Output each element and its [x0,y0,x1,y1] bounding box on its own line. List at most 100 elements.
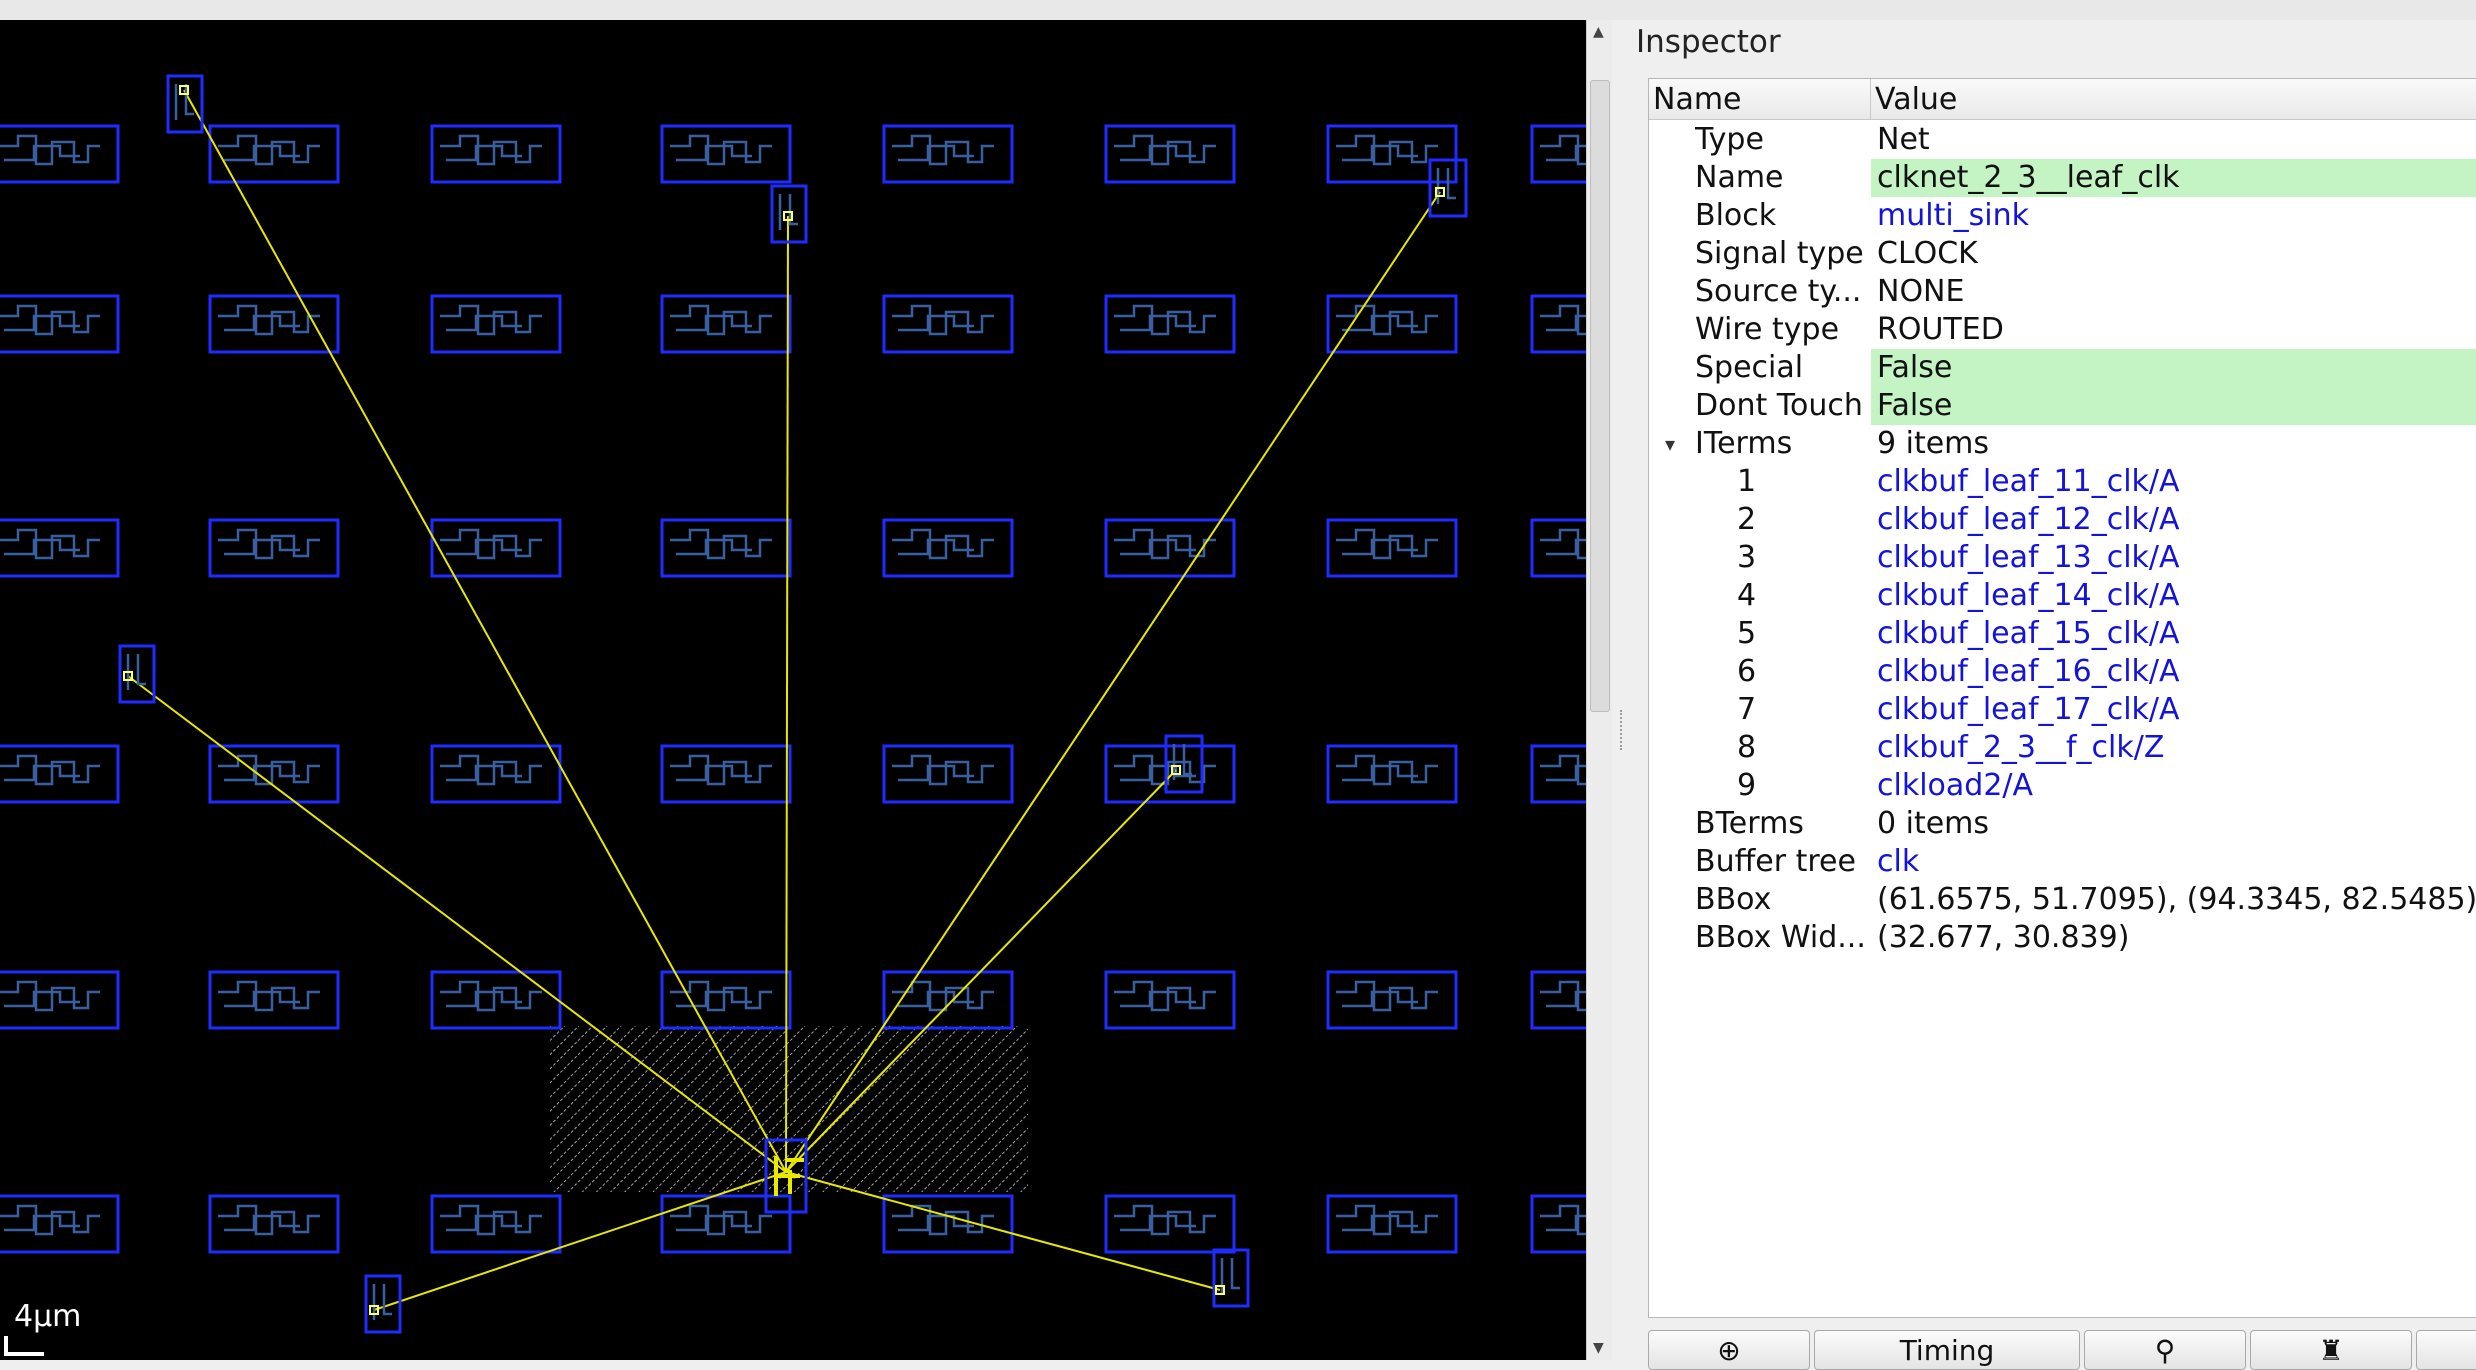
standard-cell[interactable] [430,294,562,354]
property-link[interactable]: clkload2/A [1871,767,2476,805]
standard-cell[interactable] [1104,124,1236,184]
property-name: Signal type [1695,236,1864,271]
standard-cell[interactable] [1326,294,1458,354]
property-row[interactable]: Buffer tree clk [1649,843,2476,881]
property-link[interactable]: clkbuf_leaf_12_clk/A [1871,501,2476,539]
property-link[interactable]: clk [1871,843,2476,881]
highlight-button[interactable]: ♜ [2250,1330,2412,1370]
standard-cell[interactable] [430,124,562,184]
column-header-value[interactable]: Value [1871,79,2476,119]
standard-cell[interactable] [882,518,1014,578]
property-row[interactable]: Block multi_sink [1649,197,2476,235]
standard-cell[interactable] [1326,518,1458,578]
property-row[interactable]: 7 clkbuf_leaf_17_clk/A [1649,691,2476,729]
standard-cell[interactable] [660,294,792,354]
standard-cell[interactable] [1326,744,1458,804]
property-link[interactable]: clkbuf_leaf_17_clk/A [1871,691,2476,729]
property-row[interactable]: Dont Touch False [1649,387,2476,425]
layout-vertical-scrollbar[interactable]: ▲ ▼ [1586,20,1613,1360]
standard-cell[interactable] [660,518,792,578]
property-row[interactable]: ▾ ITerms 9 items [1649,425,2476,463]
property-name: Name [1695,160,1784,195]
property-row[interactable]: 1 clkbuf_leaf_11_clk/A [1649,463,2476,501]
splitter-grip-icon[interactable] [1620,710,1626,750]
standard-cell[interactable] [660,124,792,184]
standard-cell[interactable] [208,518,340,578]
standard-cell[interactable] [208,1194,340,1254]
property-row[interactable]: 3 clkbuf_leaf_13_clk/A [1649,539,2476,577]
property-row[interactable]: 5 clkbuf_leaf_15_clk/A [1649,615,2476,653]
cell-internal-metal [1120,990,1196,1008]
property-row[interactable]: Signal type CLOCK [1649,235,2476,273]
property-value[interactable]: False [1871,387,2476,425]
property-link[interactable]: clkbuf_leaf_11_clk/A [1871,463,2476,501]
more-button[interactable] [2416,1330,2476,1370]
layout-canvas[interactable] [0,20,1586,1360]
standard-cell[interactable] [660,970,792,1030]
standard-cell[interactable] [660,744,792,804]
column-header-name[interactable]: Name [1649,79,1871,119]
property-link[interactable]: multi_sink [1871,197,2476,235]
cell-internal-metal [224,1214,300,1232]
standard-cell[interactable] [208,970,340,1030]
scroll-thumb[interactable] [1590,80,1610,712]
property-name: BTerms [1695,806,1804,841]
cell-internal-metal [446,764,522,782]
standard-cell[interactable] [208,124,340,184]
cell-internal-metal [898,990,974,1008]
property-name: Buffer tree [1695,844,1856,879]
property-row[interactable]: Wire type ROUTED [1649,311,2476,349]
property-row[interactable]: 4 clkbuf_leaf_14_clk/A [1649,577,2476,615]
standard-cell[interactable] [882,744,1014,804]
property-row[interactable]: Name clknet_2_3__leaf_clk [1649,159,2476,197]
standard-cell[interactable] [430,970,562,1030]
standard-cell[interactable] [882,294,1014,354]
collapse-arrow-icon[interactable]: ▾ [1665,425,1675,463]
property-row[interactable]: BBox Wid... (32.677, 30.839) [1649,919,2476,957]
standard-cell[interactable] [430,518,562,578]
inspector-table[interactable]: Name Value Type Net Name clknet_2_3__leaf_c… [1648,78,2476,1318]
property-row[interactable]: 8 clkbuf_2_3__f_clk/Z [1649,729,2476,767]
standard-cell[interactable] [1104,1194,1236,1254]
cell-internal-metal [446,144,522,162]
property-link[interactable]: clkbuf_2_3__f_clk/Z [1871,729,2476,767]
standard-cell[interactable] [1326,1194,1458,1254]
property-row[interactable]: 6 clkbuf_leaf_16_clk/A [1649,653,2476,691]
property-row[interactable]: Source ty... NONE [1649,273,2476,311]
standard-cell[interactable] [882,124,1014,184]
standard-cell[interactable] [208,744,340,804]
panel-splitter[interactable] [1612,20,1632,1360]
property-row[interactable]: BTerms 0 items [1649,805,2476,843]
property-row[interactable]: 9 clkload2/A [1649,767,2476,805]
standard-cell[interactable] [430,744,562,804]
property-link[interactable]: clkbuf_leaf_15_clk/A [1871,615,2476,653]
cell-internal-metal [1342,538,1418,556]
layout-viewer[interactable]: 4μm [0,20,1586,1360]
timing-button[interactable]: Timing [1814,1330,2080,1370]
property-link[interactable]: clkbuf_leaf_14_clk/A [1871,577,2476,615]
inspect-button[interactable]: ⚲ [2084,1330,2246,1370]
net-flyline [373,1171,787,1311]
scroll-up-icon[interactable]: ▲ [1593,24,1604,40]
property-row[interactable]: BBox (61.6575, 51.7095), (94.3345, 82.548… [1649,881,2476,919]
cell-internal-metal [1436,168,1456,204]
property-row[interactable]: 2 clkbuf_leaf_12_clk/A [1649,501,2476,539]
standard-cell[interactable] [208,294,340,354]
scroll-down-icon[interactable]: ▼ [1593,1340,1604,1356]
zoom-to-button[interactable]: ⊕ [1648,1330,1810,1370]
standard-cell[interactable] [882,970,1014,1030]
property-link[interactable]: clkbuf_leaf_13_clk/A [1871,539,2476,577]
property-row[interactable]: Type Net [1649,121,2476,159]
property-row[interactable]: Special False [1649,349,2476,387]
standard-cell[interactable] [430,1194,562,1254]
standard-cell[interactable] [1104,744,1236,804]
property-value[interactable]: clknet_2_3__leaf_clk [1871,159,2476,197]
standard-cell[interactable] [1104,970,1236,1030]
standard-cell[interactable] [1104,294,1236,354]
property-name: BBox Wid... [1695,920,1866,955]
property-link[interactable]: clkbuf_leaf_16_clk/A [1871,653,2476,691]
property-value: 9 items [1877,426,1990,461]
standard-cell[interactable] [660,1194,792,1254]
standard-cell[interactable] [1326,970,1458,1030]
property-value[interactable]: False [1871,349,2476,387]
